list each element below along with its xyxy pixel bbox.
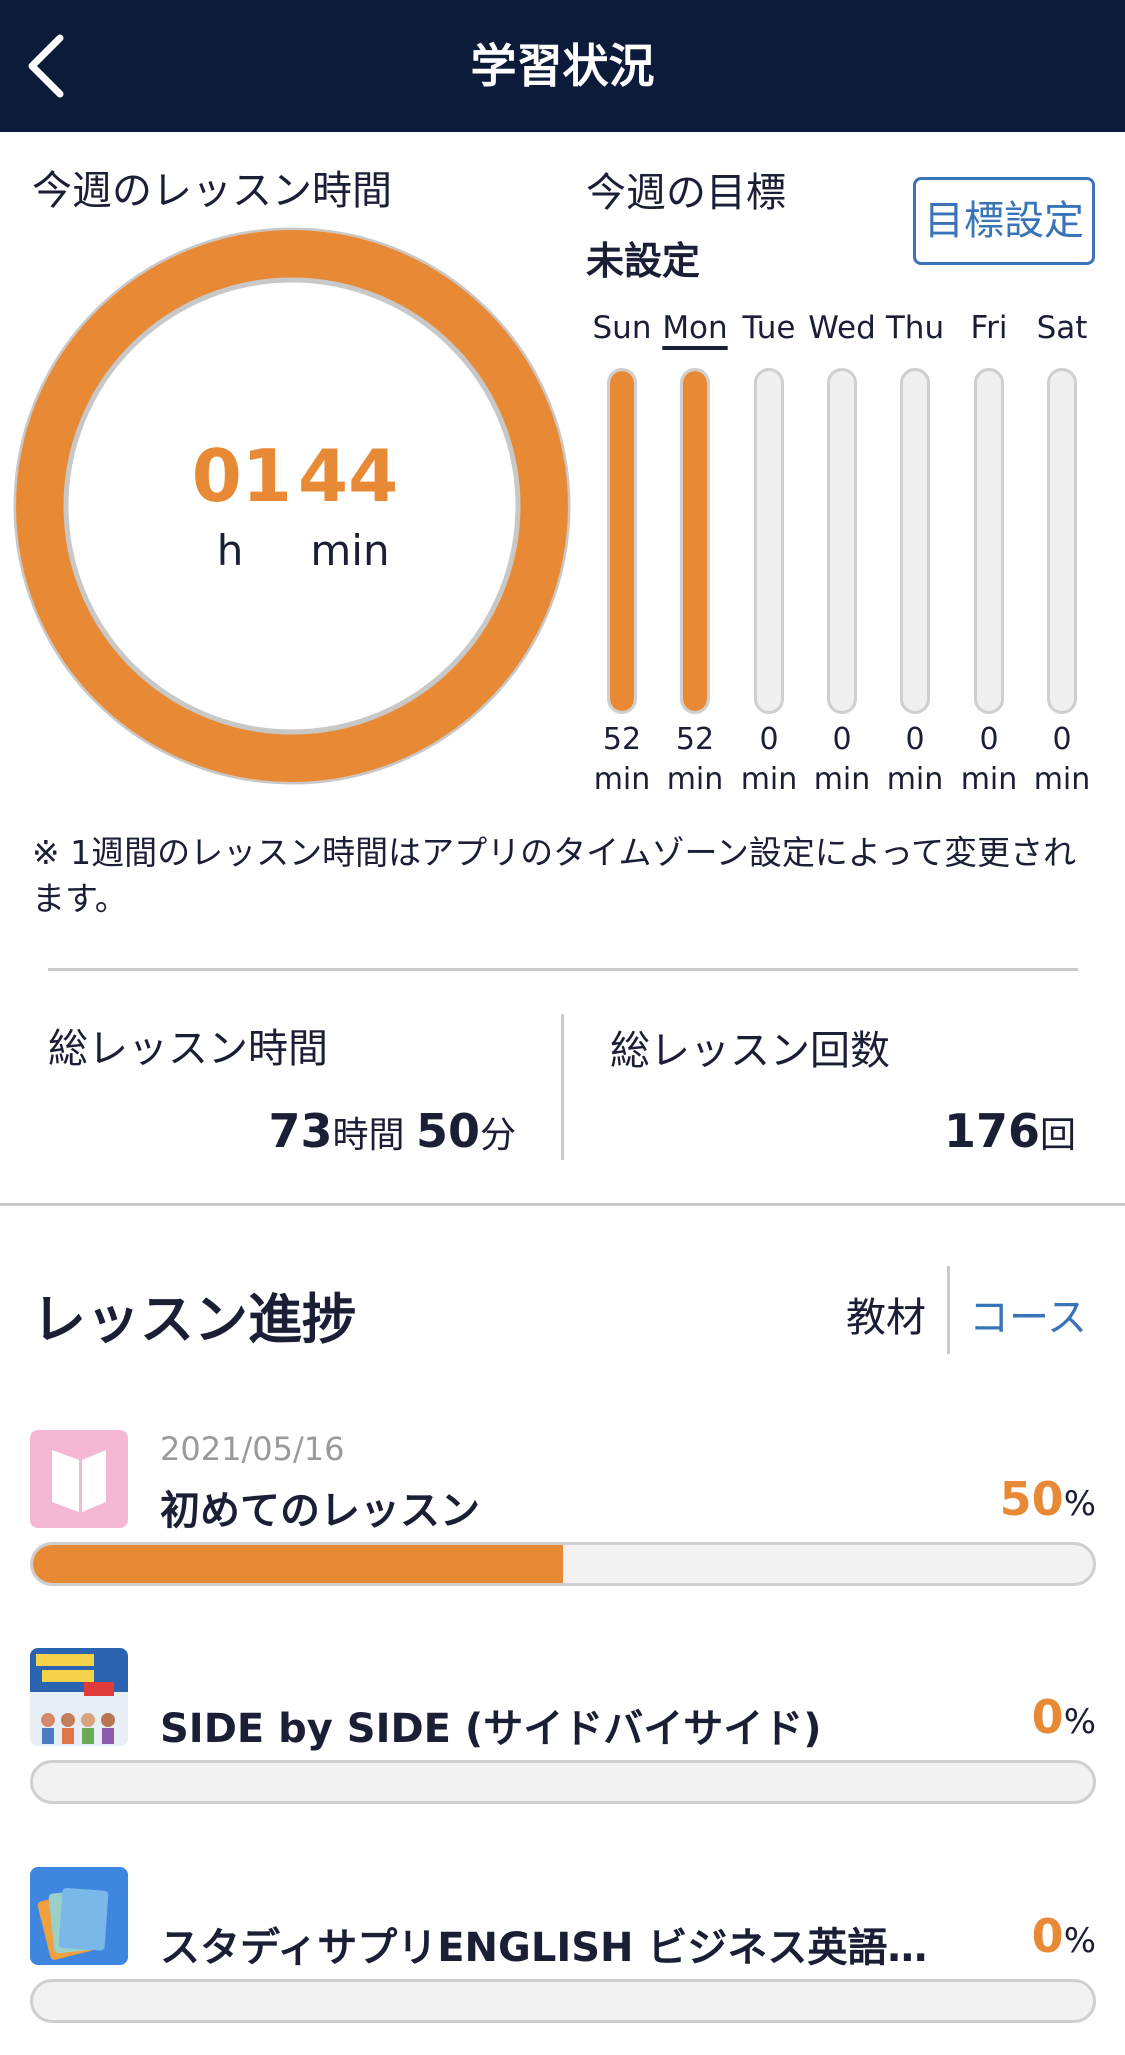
- day-bar-track: [827, 368, 857, 714]
- day-bar-track: [1047, 368, 1077, 714]
- total-lesson-count-value: 176回: [610, 1104, 1076, 1158]
- day-bar-fill: [610, 371, 634, 711]
- percent-unit: %: [1063, 1484, 1096, 1524]
- weekly-goal-label: 今週の目標: [586, 170, 786, 216]
- tab-material[interactable]: 教材: [846, 1285, 926, 1343]
- total-hours-unit: 時間: [332, 1115, 405, 1156]
- day-bar-track: [754, 368, 784, 714]
- percent-value: 0: [1031, 1690, 1064, 1744]
- percent-value: 0: [1031, 1909, 1064, 1963]
- tab-course[interactable]: コース: [969, 1285, 1087, 1343]
- tab-divider: [947, 1266, 950, 1354]
- course-item[interactable]: スタディサプリENGLISH ビジネス英語… 0%: [30, 1867, 1096, 2027]
- total-lesson-time-label: 総レッスン時間: [48, 1026, 328, 1072]
- day-minutes-unit: min: [1033, 762, 1091, 797]
- day-minutes: 0 min: [1016, 720, 1108, 800]
- course-progress-bar: [30, 1979, 1096, 2023]
- course-name: スタディサプリENGLISH ビジネス英語…: [160, 1925, 928, 1971]
- percent-value: 50: [999, 1472, 1064, 1526]
- course-date: 2021/05/16: [160, 1430, 345, 1468]
- day-label: Sat: [1036, 310, 1088, 346]
- side-by-side-cover: [30, 1648, 128, 1746]
- total-lesson-time-value: 73時間 50分: [48, 1104, 516, 1158]
- course-name: SIDE by SIDE (サイドバイサイド): [160, 1706, 822, 1752]
- course-item[interactable]: 2021/05/16 初めてのレッスン 50%: [30, 1430, 1096, 1590]
- percent-unit: %: [1063, 1921, 1096, 1961]
- page-title: 学習状況: [470, 39, 655, 93]
- day-bar-track: [607, 368, 637, 714]
- course-progress-bar: [30, 1542, 1096, 1586]
- total-minutes: 50: [415, 1104, 480, 1158]
- weekly-goal-value: 未設定: [586, 239, 701, 283]
- course-progress-fill: [33, 1545, 563, 1583]
- course-progress-bar: [30, 1760, 1096, 1804]
- timezone-note: ※ 1週間のレッスン時間はアプリのタイムゾーン設定によって変更されます。: [32, 833, 1077, 918]
- minutes-unit-label: min: [310, 526, 390, 575]
- day-bar-fill: [683, 371, 707, 711]
- total-lesson-count-label: 総レッスン回数: [610, 1028, 890, 1074]
- total-count: 176: [943, 1104, 1040, 1158]
- header-bar: 学習状況: [0, 0, 1125, 132]
- lesson-progress-title: レッスン進捗: [32, 1288, 356, 1351]
- weekly-hours-value: 01: [191, 434, 292, 518]
- vertical-divider: [561, 1014, 564, 1160]
- section-divider: [0, 1203, 1125, 1206]
- hours-unit-label: h: [216, 526, 244, 575]
- course-percent: 0%: [1032, 1909, 1096, 1963]
- day-bar-track: [900, 368, 930, 714]
- total-hours: 73: [268, 1104, 333, 1158]
- total-count-unit: 回: [1039, 1115, 1076, 1156]
- total-minutes-unit: 分: [479, 1115, 516, 1156]
- course-percent: 50%: [1000, 1472, 1096, 1526]
- set-goal-button[interactable]: 目標設定: [913, 177, 1095, 265]
- day-bar-track: [680, 368, 710, 714]
- weekly-lesson-time-label: 今週のレッスン時間: [32, 168, 392, 214]
- percent-unit: %: [1063, 1702, 1096, 1742]
- course-name: 初めてのレッスン: [160, 1488, 480, 1534]
- divider: [48, 968, 1078, 971]
- course-percent: 0%: [1032, 1690, 1096, 1744]
- day-minutes-value: 0: [1052, 722, 1072, 757]
- weekly-minutes-value: 44: [298, 434, 399, 518]
- book-icon: [30, 1430, 128, 1528]
- course-item[interactable]: SIDE by SIDE (サイドバイサイド) 0%: [30, 1648, 1096, 1808]
- day-bar-track: [974, 368, 1004, 714]
- cards-stack-icon: [30, 1867, 128, 1965]
